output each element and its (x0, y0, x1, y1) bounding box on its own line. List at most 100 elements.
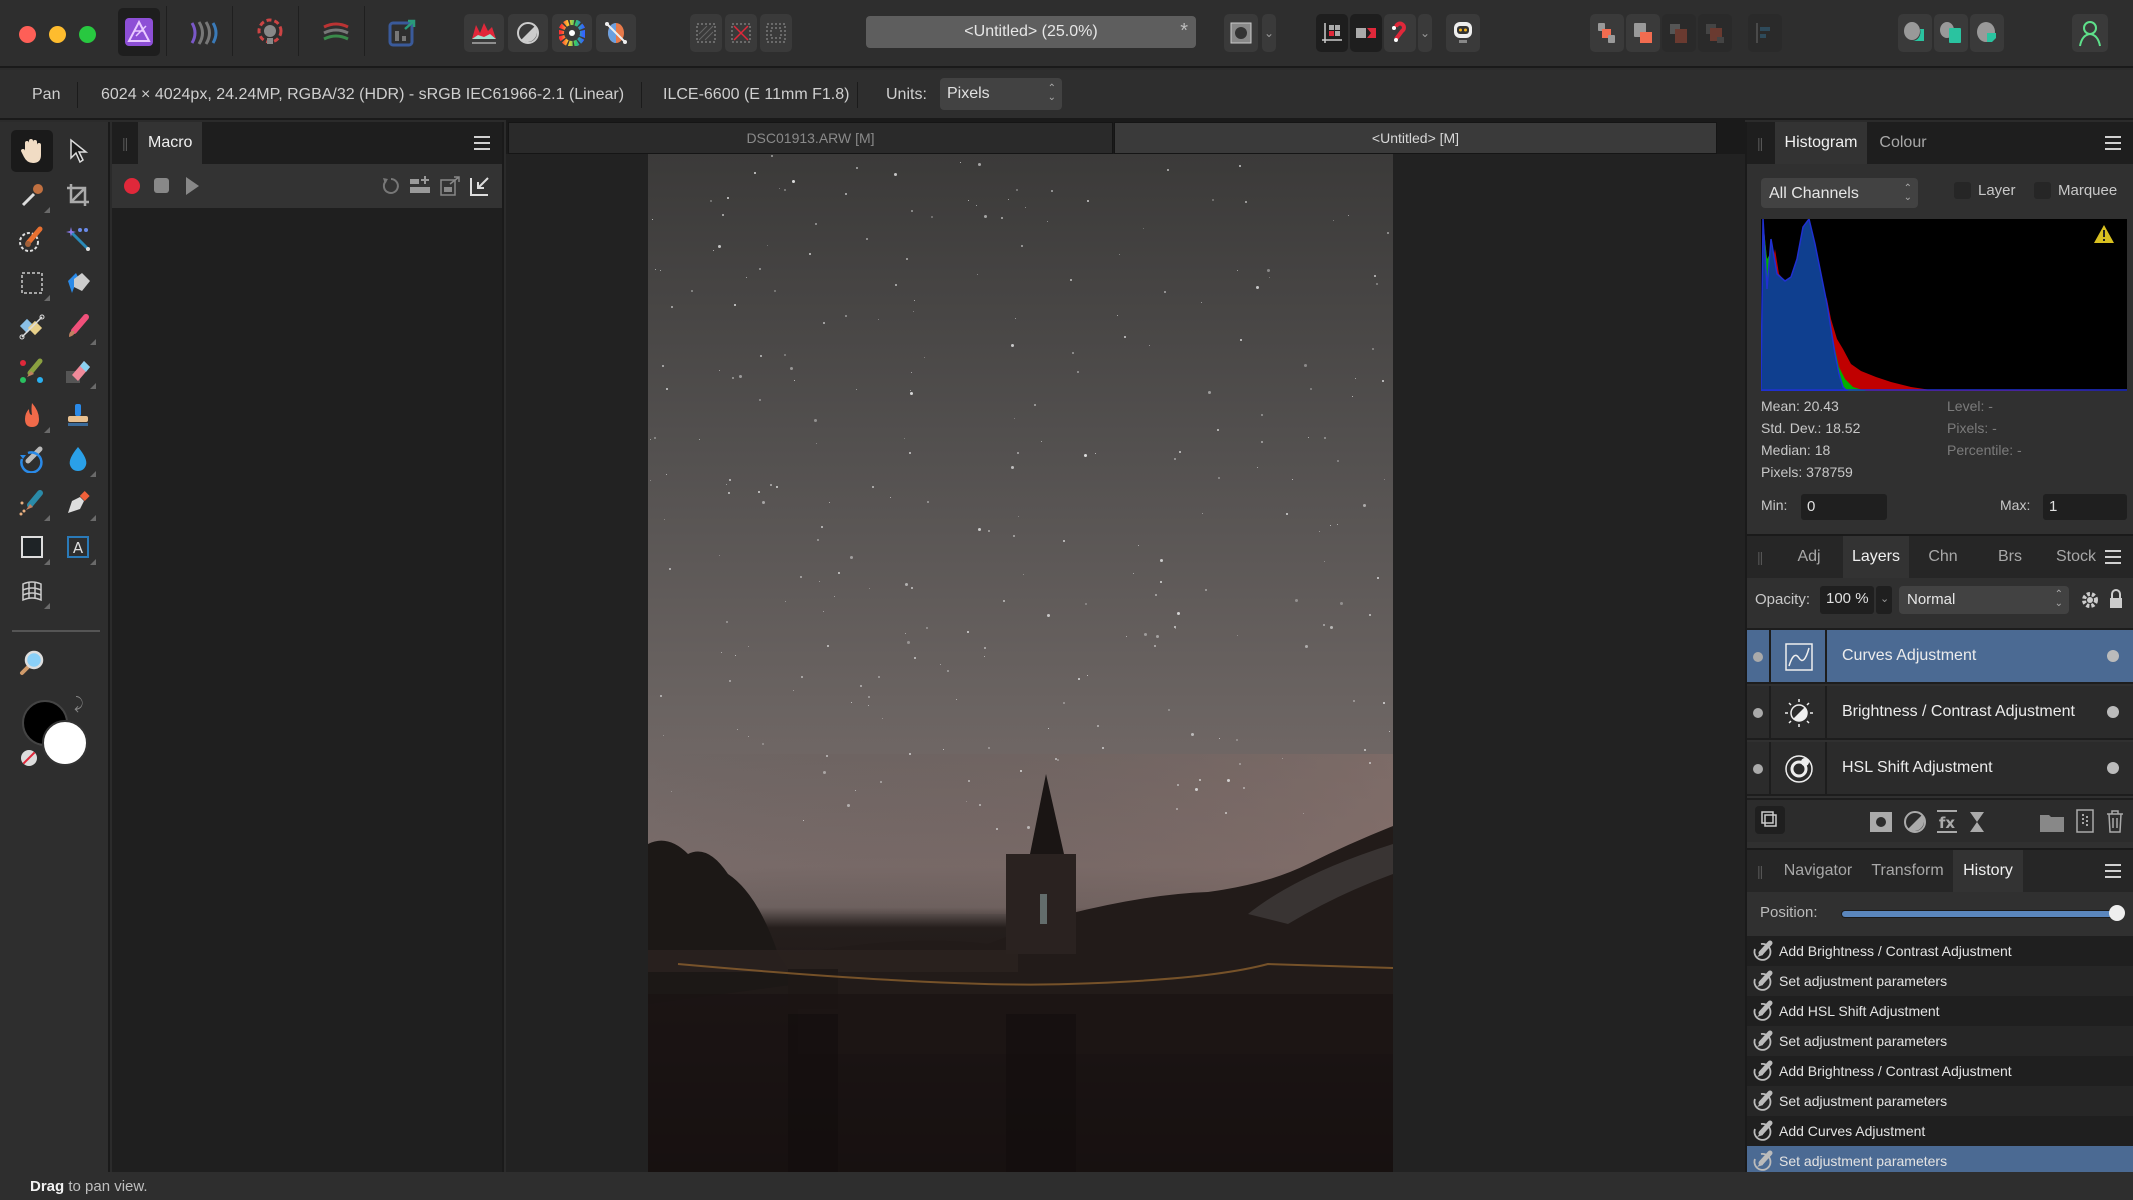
blend-mode-select[interactable]: Normal ⌃ ⌄ (1899, 586, 2069, 614)
insert-inside-button[interactable] (1898, 14, 1932, 52)
assistant-button[interactable] (1446, 14, 1480, 52)
history-item[interactable]: Add Brightness / Contrast Adjustment (1747, 1056, 2133, 1086)
marquee-checkbox[interactable] (2034, 182, 2051, 199)
canvas-view[interactable] (506, 154, 1745, 1172)
move-to-front-button[interactable] (1626, 14, 1660, 52)
photo-persona-button[interactable] (118, 8, 160, 56)
history-position-slider[interactable] (1841, 905, 2125, 921)
tone-mapping-persona-button[interactable] (318, 14, 354, 52)
panel-menu-icon[interactable] (2105, 136, 2121, 150)
pixel-alignment-button[interactable] (1350, 14, 1382, 52)
document-title-field[interactable]: <Untitled> (25.0%) * (866, 16, 1196, 48)
maximize-window-button[interactable] (79, 26, 96, 43)
account-button[interactable] (2072, 14, 2108, 52)
min-input[interactable]: 0 (1801, 494, 1887, 520)
history-item[interactable]: Set adjustment parameters (1747, 1086, 2133, 1116)
clone-brush-tool[interactable] (57, 394, 99, 436)
insert-behind-button[interactable] (1934, 14, 1968, 52)
close-window-button[interactable] (19, 26, 36, 43)
auto-white-balance-button[interactable] (596, 14, 636, 52)
history-item[interactable]: Add Brightness / Contrast Adjustment (1747, 936, 2133, 966)
export-macro-icon[interactable] (438, 174, 462, 198)
max-input[interactable]: 1 (2043, 494, 2127, 520)
crop-tool[interactable] (57, 174, 99, 216)
history-item[interactable]: Add HSL Shift Adjustment (1747, 996, 2133, 1026)
undo-brush-tool[interactable] (11, 438, 53, 480)
blur-brush-tool[interactable] (57, 438, 99, 480)
panel-menu-icon[interactable] (474, 136, 490, 150)
tab-histogram[interactable]: Histogram (1775, 122, 1867, 164)
layer-row-curves[interactable]: Curves Adjustment (1747, 630, 2133, 684)
slider-thumb[interactable] (2109, 905, 2125, 921)
liquify-persona-button[interactable] (186, 14, 222, 52)
history-item[interactable]: Add Curves Adjustment (1747, 1116, 2133, 1146)
document-tab-raw[interactable]: DSC01913.ARW [M] (508, 122, 1113, 154)
auto-colour-button[interactable] (552, 14, 592, 52)
swap-colours-icon[interactable]: ⤸ (74, 696, 84, 714)
document-tab-untitled[interactable]: <Untitled> [M] (1114, 122, 1717, 154)
minimize-window-button[interactable] (49, 26, 66, 43)
play-button[interactable] (186, 177, 199, 195)
history-item[interactable]: Set adjustment parameters (1747, 966, 2133, 996)
paint-brush-tool[interactable] (57, 306, 99, 348)
move-tool[interactable] (57, 130, 99, 172)
tab-colour[interactable]: Colour (1867, 122, 1939, 164)
auto-levels-button[interactable] (464, 14, 504, 52)
panel-grip-icon[interactable]: || (122, 135, 128, 151)
auto-contrast-button[interactable] (508, 14, 548, 52)
select-all-button[interactable] (690, 14, 722, 52)
gear-icon[interactable] (2080, 590, 2100, 610)
tab-transform[interactable]: Transform (1862, 850, 1953, 892)
deselect-button[interactable] (725, 14, 757, 52)
tab-history[interactable]: History (1953, 850, 2023, 892)
add-to-library-icon[interactable] (408, 174, 432, 198)
panel-grip-icon[interactable]: || (1757, 135, 1763, 151)
invert-selection-button[interactable] (760, 14, 792, 52)
align-button[interactable] (1748, 14, 1782, 52)
quick-mask-button[interactable] (1224, 14, 1258, 52)
visibility-toggle[interactable] (1747, 630, 1771, 684)
layer-enabled-dot[interactable] (2107, 706, 2119, 718)
erase-brush-tool[interactable] (57, 350, 99, 392)
lock-icon[interactable] (2109, 588, 2123, 610)
trash-icon[interactable] (2105, 808, 2125, 834)
no-colour-button[interactable] (21, 750, 37, 766)
panel-grip-icon[interactable]: || (1757, 549, 1763, 565)
move-back-one-button[interactable] (1662, 14, 1696, 52)
flood-select-tool[interactable] (57, 218, 99, 260)
selection-brush-tool[interactable] (11, 218, 53, 260)
export-persona-button[interactable] (384, 14, 420, 52)
layer-checkbox[interactable] (1954, 182, 1971, 199)
history-item[interactable]: Set adjustment parameters (1747, 1026, 2133, 1056)
flood-fill-tool[interactable] (57, 262, 99, 304)
move-forward-one-button[interactable] (1590, 14, 1624, 52)
layer-row-hsl[interactable]: HSL Shift Adjustment (1747, 742, 2133, 796)
layer-options-button[interactable] (1755, 806, 1785, 834)
view-tool[interactable] (11, 130, 53, 172)
reset-icon[interactable] (380, 175, 402, 197)
layer-row-brightness-contrast[interactable]: Brightness / Contrast Adjustment (1747, 686, 2133, 740)
record-button[interactable] (124, 178, 140, 194)
folder-icon[interactable] (2039, 810, 2065, 834)
snapping-button[interactable] (1384, 14, 1416, 52)
visibility-toggle[interactable] (1747, 686, 1771, 740)
tab-adj[interactable]: Adj (1775, 536, 1843, 578)
pen-tool[interactable] (57, 482, 99, 524)
artistic-text-tool[interactable]: A (57, 526, 99, 568)
layer-enabled-dot[interactable] (2107, 650, 2119, 662)
mesh-warp-tool[interactable] (11, 570, 53, 612)
opacity-dropdown[interactable]: ⌄ (1876, 586, 1892, 614)
tab-macro[interactable]: Macro (138, 122, 202, 164)
tab-navigator[interactable]: Navigator (1775, 850, 1861, 892)
dodge-brush-tool[interactable] (11, 394, 53, 436)
new-pixel-layer-icon[interactable] (2075, 808, 2095, 834)
units-select[interactable]: Pixels ⌃ ⌄ (940, 78, 1062, 110)
tab-layers[interactable]: Layers (1843, 536, 1909, 578)
opacity-input[interactable]: 100 % (1820, 586, 1874, 614)
healing-brush-tool[interactable] (11, 482, 53, 524)
develop-persona-button[interactable] (252, 14, 288, 52)
zoom-tool[interactable] (11, 642, 53, 684)
snapping-grid-button[interactable] (1316, 14, 1348, 52)
rectangle-tool[interactable] (11, 526, 53, 568)
rectangular-marquee-tool[interactable] (11, 262, 53, 304)
